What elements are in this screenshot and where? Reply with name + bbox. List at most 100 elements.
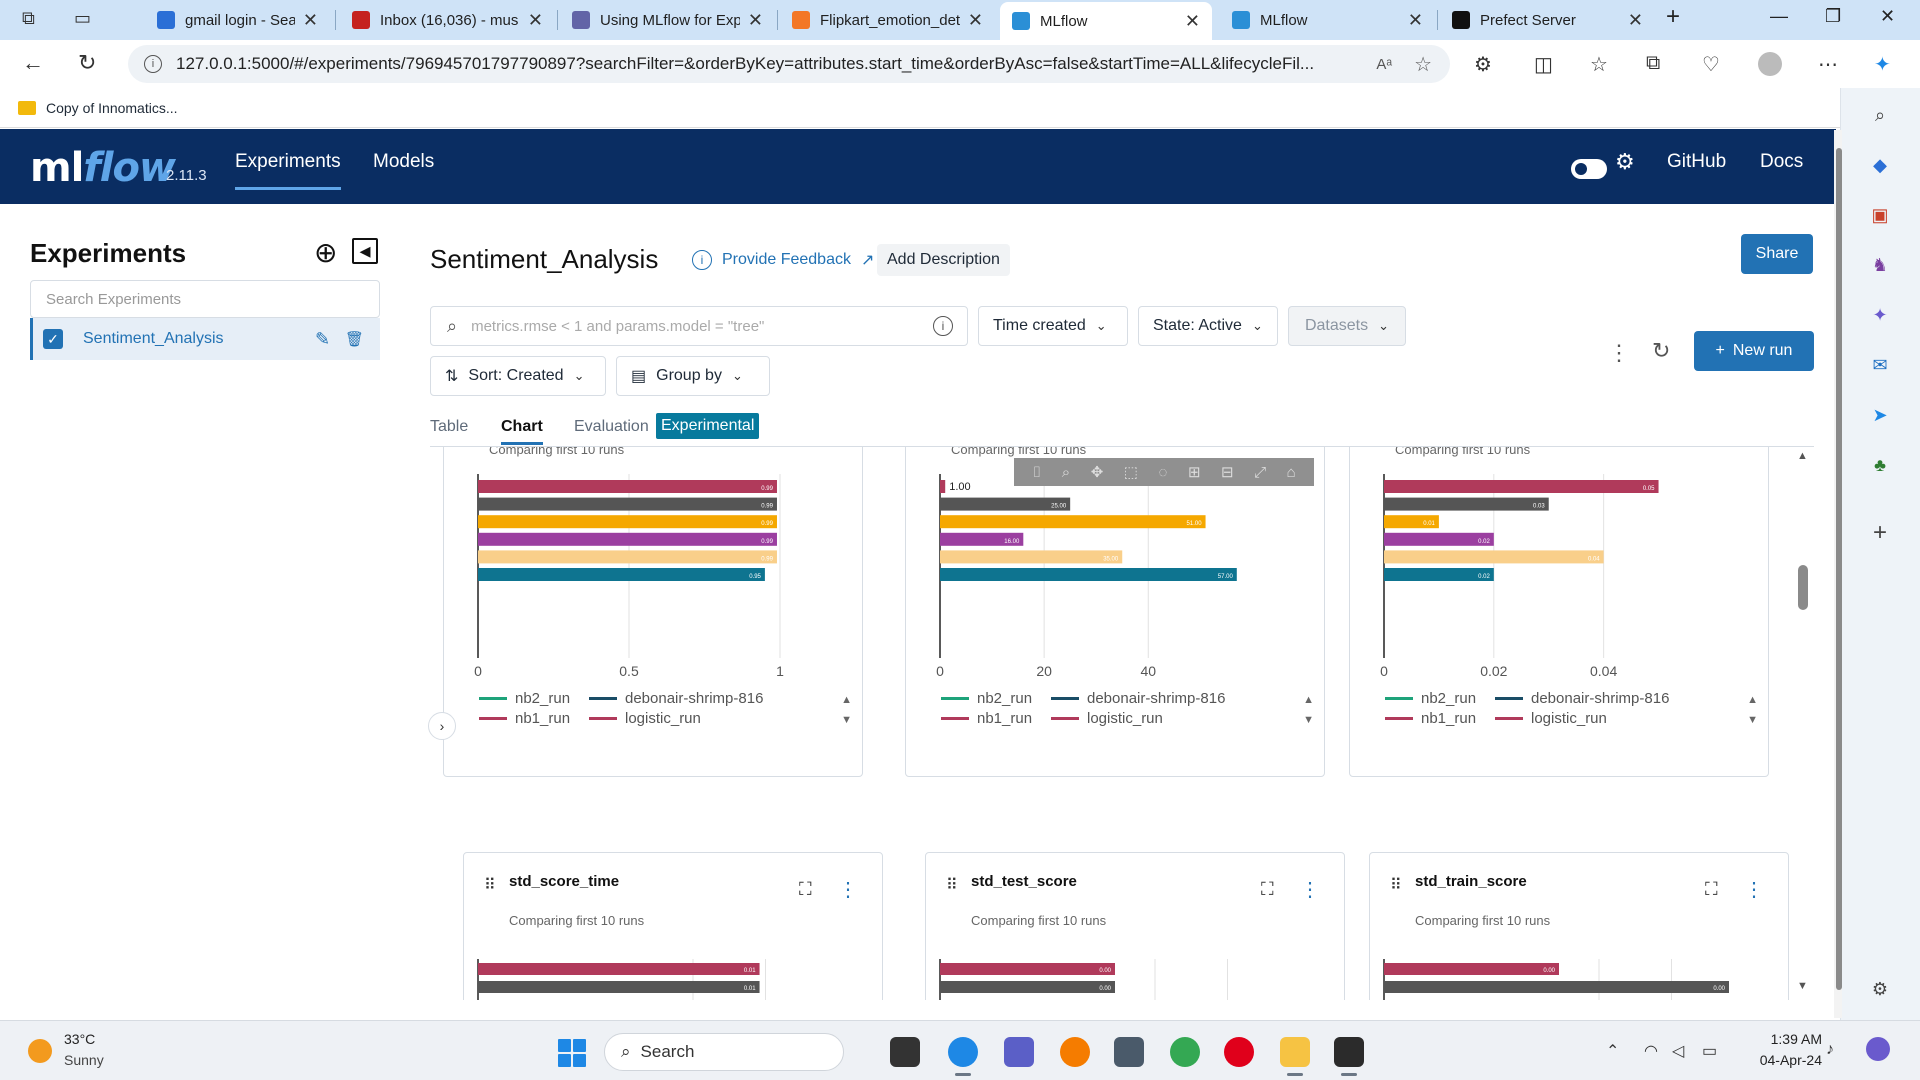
camera-icon[interactable]: ⌷ <box>1032 464 1041 481</box>
chart-scrollbar[interactable]: ▲ ▼ <box>1794 450 1810 1000</box>
tab-chart[interactable]: Chart <box>501 418 543 445</box>
experiment-item[interactable]: ✓ Sentiment_Analysis ✎ 🗑 <box>30 318 380 360</box>
outlook-icon[interactable]: ✉ <box>1867 352 1893 378</box>
legend-page-arrows[interactable]: ▲ ▼ <box>1303 690 1314 730</box>
browser-essentials-icon[interactable]: ♡ <box>1702 52 1720 77</box>
provide-feedback-link[interactable]: i Provide Feedback ↗ <box>692 250 874 270</box>
mlflow-logo[interactable]: mlflow <box>30 145 176 191</box>
close-tab-icon[interactable]: ✕ <box>1408 10 1423 31</box>
browser-tab-mlflow-active[interactable]: MLflow ✕ <box>1000 2 1212 40</box>
legend-page-arrows[interactable]: ▲ ▼ <box>1747 690 1758 730</box>
add-description-button[interactable]: Add Description <box>877 244 1010 276</box>
chart-scrollbar-thumb[interactable] <box>1798 565 1808 610</box>
send-icon[interactable]: ➤ <box>1867 402 1893 428</box>
weather-condition[interactable]: Sunny <box>64 1052 104 1068</box>
copilot-icon[interactable]: ✦ <box>1874 52 1891 77</box>
file-explorer-icon[interactable] <box>1280 1037 1310 1067</box>
experiment-checkbox[interactable]: ✓ <box>43 329 63 349</box>
sort-dropdown[interactable]: ⇅ Sort: Created ⌄ <box>430 356 606 396</box>
settings-gear-icon[interactable]: ⚙ <box>1615 149 1635 175</box>
new-tab-icon[interactable]: + <box>1666 3 1680 31</box>
group-by-dropdown[interactable]: ▤ Group by ⌄ <box>616 356 770 396</box>
tools-briefcase-icon[interactable]: ▣ <box>1867 202 1893 228</box>
browser-tab-mlflow[interactable]: MLflow ✕ <box>1220 0 1435 40</box>
opera-app-icon[interactable] <box>1224 1037 1254 1067</box>
windows-start-icon[interactable] <box>558 1039 586 1067</box>
share-button[interactable]: Share <box>1741 234 1813 274</box>
split-screen-icon[interactable]: ◫ <box>1534 52 1553 77</box>
sidebar-settings-icon[interactable]: ⚙ <box>1867 976 1893 1002</box>
task-view-icon[interactable] <box>890 1037 920 1067</box>
lasso-select-icon[interactable]: ◌ <box>1159 464 1168 481</box>
calculator-app-icon[interactable] <box>1114 1037 1144 1067</box>
wifi-icon[interactable]: ◠ <box>1644 1041 1658 1061</box>
bookmark-innomatics[interactable]: Copy of Innomatics... <box>46 100 178 116</box>
back-icon[interactable]: ← <box>22 50 44 76</box>
volume-icon[interactable]: ◁ <box>1672 1041 1684 1061</box>
close-tab-icon[interactable]: ✕ <box>968 10 983 31</box>
taskbar-search[interactable]: ⌕ Search <box>604 1033 844 1071</box>
restore-icon[interactable]: ❐ <box>1825 6 1841 27</box>
temperature[interactable]: 33°C <box>64 1031 95 1047</box>
edge-app-icon[interactable] <box>948 1037 978 1067</box>
more-options-icon[interactable]: ⋯ <box>1818 52 1838 77</box>
collections-icon[interactable]: ⧉ <box>1646 52 1660 75</box>
tree-icon[interactable]: ♣ <box>1867 452 1893 478</box>
battery-icon[interactable]: ▭ <box>1702 1041 1717 1061</box>
workspaces-icon[interactable]: ⧉ <box>22 8 35 29</box>
info-icon[interactable]: i <box>692 250 712 270</box>
close-tab-icon[interactable]: ✕ <box>1628 10 1643 31</box>
read-aloud-icon[interactable]: Aᵃ <box>1376 56 1392 73</box>
close-window-icon[interactable]: ✕ <box>1880 6 1895 27</box>
add-experiment-icon[interactable]: ⊕ <box>314 236 337 269</box>
refresh-page-icon[interactable]: ↻ <box>78 50 96 76</box>
nav-github[interactable]: GitHub <box>1667 151 1726 173</box>
autoscale-icon[interactable]: ⤢ <box>1254 464 1266 481</box>
reset-axes-home-icon[interactable]: ⌂ <box>1287 464 1296 481</box>
tab-actions-icon[interactable]: ▭ <box>74 8 91 29</box>
favorites-icon[interactable]: ☆ <box>1590 52 1608 77</box>
shopping-tag-icon[interactable]: ◆ <box>1867 152 1893 178</box>
search-syntax-info-icon[interactable]: i <box>933 316 953 336</box>
tab-table[interactable]: Table <box>430 418 468 436</box>
copilot-sidebar-icon[interactable]: ✦ <box>1867 302 1893 328</box>
browser-tab-notebook[interactable]: Flipkart_emotion_det ✕ <box>780 0 995 40</box>
search-experiments-input[interactable]: Search Experiments <box>30 280 380 318</box>
terminal-app-icon[interactable] <box>1334 1037 1364 1067</box>
time-created-dropdown[interactable]: Time created ⌄ <box>978 306 1128 346</box>
nav-models[interactable]: Models <box>373 151 434 173</box>
page-scrollbar-thumb[interactable] <box>1836 148 1842 990</box>
state-filter-dropdown[interactable]: State: Active ⌄ <box>1138 306 1278 346</box>
browser-tab-gmail-search[interactable]: gmail login - Search ✕ <box>145 0 330 40</box>
pan-icon[interactable]: ✥ <box>1091 463 1104 481</box>
zoom-icon[interactable]: ⌕ <box>1062 464 1070 481</box>
favorite-star-icon[interactable]: ☆ <box>1414 52 1432 77</box>
box-select-icon[interactable]: ⬚ <box>1124 463 1138 481</box>
close-tab-icon[interactable]: ✕ <box>1185 11 1200 32</box>
edit-experiment-icon[interactable]: ✎ <box>315 329 330 350</box>
url-field[interactable]: i 127.0.0.1:5000/#/experiments/796945701… <box>128 45 1450 83</box>
show-hidden-icons-chevron[interactable]: ⌃ <box>1606 1041 1619 1061</box>
teams-app-icon[interactable] <box>1004 1037 1034 1067</box>
new-run-button[interactable]: + New run <box>1694 331 1814 371</box>
browser-tab-inbox[interactable]: Inbox (16,036) - mus ✕ <box>340 0 555 40</box>
expand-runs-panel-button[interactable]: › <box>428 712 456 740</box>
nav-experiments[interactable]: Experiments <box>235 151 341 190</box>
dark-mode-toggle[interactable] <box>1571 159 1607 179</box>
browser-tab-mlflow-guide[interactable]: Using MLflow for Exp ✕ <box>560 0 775 40</box>
delete-experiment-icon[interactable]: 🗑 <box>345 330 364 348</box>
extensions-icon[interactable]: ⚙ <box>1474 52 1492 77</box>
chrome-app-icon[interactable] <box>1170 1037 1200 1067</box>
browser-tab-prefect[interactable]: Prefect Server ✕ <box>1440 0 1655 40</box>
datasets-dropdown[interactable]: Datasets ⌄ <box>1288 306 1406 346</box>
add-sidebar-app-icon[interactable]: + <box>1867 519 1893 546</box>
zoom-out-icon[interactable]: ⊟ <box>1221 463 1234 481</box>
notifications-bell-icon[interactable]: ♪ <box>1826 1041 1834 1059</box>
games-icon[interactable]: ♞ <box>1867 252 1893 278</box>
sidebar-search-icon[interactable]: ⌕ <box>1867 102 1893 128</box>
zoom-in-icon[interactable]: ⊞ <box>1188 463 1201 481</box>
firefox-app-icon[interactable] <box>1060 1037 1090 1067</box>
minimize-icon[interactable]: — <box>1770 6 1788 27</box>
collapse-sidebar-icon[interactable]: ◂ <box>352 238 378 264</box>
more-actions-icon[interactable]: ⋮ <box>1608 340 1630 366</box>
